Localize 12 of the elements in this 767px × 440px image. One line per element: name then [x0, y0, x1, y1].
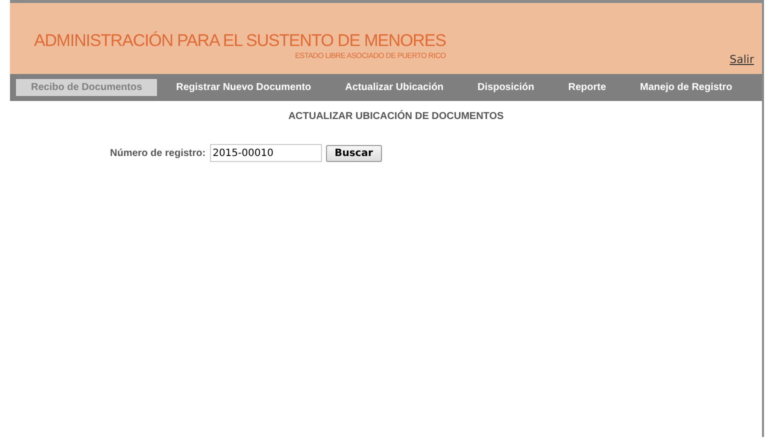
- nav-tab[interactable]: Reporte: [553, 79, 622, 96]
- nav-tab[interactable]: Actualizar Ubicación: [330, 79, 459, 96]
- logout-link[interactable]: Salir: [730, 53, 754, 66]
- nav-tab[interactable]: Disposición: [462, 79, 550, 96]
- field-label: Número de registro:: [110, 148, 206, 158]
- nav-tab[interactable]: Manejo de Registro: [625, 79, 748, 96]
- search-button[interactable]: Buscar: [326, 144, 382, 162]
- page-title: ACTUALIZAR UBICACIÓN DE DOCUMENTOS: [287, 111, 505, 122]
- registration-number-field[interactable]: 2015-00010: [210, 144, 322, 162]
- nav-tab[interactable]: Recibo de Documentos: [16, 79, 158, 96]
- nav-tab[interactable]: Registrar Nuevo Documento: [161, 79, 326, 96]
- site-title: ADMINISTRACIÓN PARA EL SUSTENTO DE MENORES: [34, 31, 446, 51]
